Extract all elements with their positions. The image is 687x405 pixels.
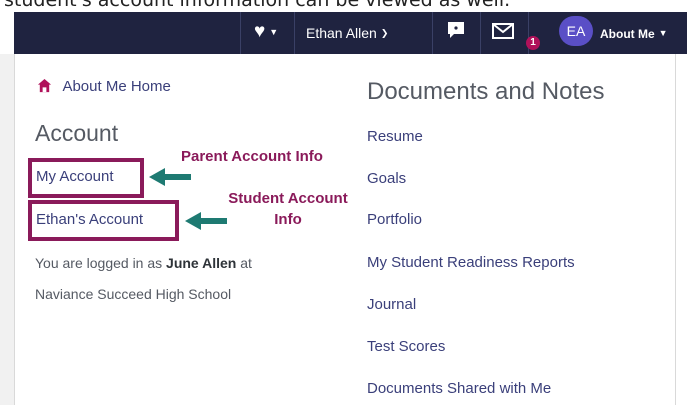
about-me-home-label: About Me Home: [62, 78, 171, 95]
messages-button[interactable]: [492, 22, 514, 44]
about-me-label: About Me: [600, 27, 655, 41]
student-annotation-line1: Student Account: [228, 190, 348, 207]
logged-in-user: June Allen: [166, 255, 237, 271]
documents-link-goals[interactable]: Goals: [367, 170, 406, 187]
notification-badge: 1: [526, 36, 540, 50]
chat-button[interactable]: [446, 20, 466, 44]
documents-heading: Documents and Notes: [367, 78, 605, 105]
home-icon: [37, 78, 52, 93]
arrow-left-icon: [185, 212, 227, 230]
documents-link-test-scores[interactable]: Test Scores: [367, 338, 445, 355]
student-annotation-line2: Info: [274, 211, 302, 228]
account-heading: Account: [35, 120, 119, 146]
nav-divider: [432, 12, 433, 54]
documents-link-resume[interactable]: Resume: [367, 128, 423, 145]
student-switcher-dropdown[interactable]: Ethan Allen ❯: [306, 24, 388, 42]
documents-link-shared-with-me[interactable]: Documents Shared with Me: [367, 380, 551, 397]
about-me-dropdown-panel: About Me Home Account My Account Ethan's…: [14, 54, 676, 405]
logged-in-prefix: You are logged in as: [35, 255, 163, 271]
chevron-down-icon: ❯: [380, 28, 389, 38]
avatar-initials: EA: [566, 23, 586, 39]
arrow-left-icon: [149, 168, 191, 186]
chevron-down-icon: ▼: [269, 27, 279, 37]
student-account-link[interactable]: Ethan's Account: [36, 211, 143, 228]
nav-divider: [240, 12, 241, 54]
heart-icon: ♥: [254, 21, 266, 42]
student-account-annotation: Student Account Info: [208, 190, 368, 228]
caption-text: student's account information can be vie…: [4, 0, 511, 11]
documents-link-journal[interactable]: Journal: [367, 296, 416, 313]
chat-bubble-icon: [448, 22, 464, 38]
student-name: Ethan Allen: [306, 25, 377, 41]
top-navigation-bar: ♥ ▼ Ethan Allen ❯ EA About Me ▼: [14, 12, 687, 54]
envelope-icon: [492, 23, 514, 39]
nav-divider: [294, 12, 295, 54]
about-me-menu-button[interactable]: About Me ▼: [600, 24, 668, 43]
caret-down-icon: ▼: [658, 28, 668, 38]
background-page-edge: [0, 54, 14, 405]
avatar[interactable]: EA: [559, 16, 593, 46]
caption-text-cropped: student's account information can be vie…: [0, 0, 687, 12]
school-name: Naviance Succeed High School: [35, 286, 232, 302]
nav-divider: [480, 12, 481, 54]
favorites-dropdown[interactable]: ♥ ▼: [254, 21, 279, 42]
documents-link-readiness-reports[interactable]: My Student Readiness Reports: [367, 254, 575, 271]
documents-link-portfolio[interactable]: Portfolio: [367, 211, 422, 228]
logged-in-at: at: [240, 255, 252, 271]
my-account-link[interactable]: My Account: [36, 168, 114, 185]
logged-in-text: You are logged in as June Allen at: [35, 255, 252, 271]
about-me-home-link[interactable]: About Me Home: [37, 78, 171, 96]
parent-account-annotation: Parent Account Info: [181, 148, 323, 165]
